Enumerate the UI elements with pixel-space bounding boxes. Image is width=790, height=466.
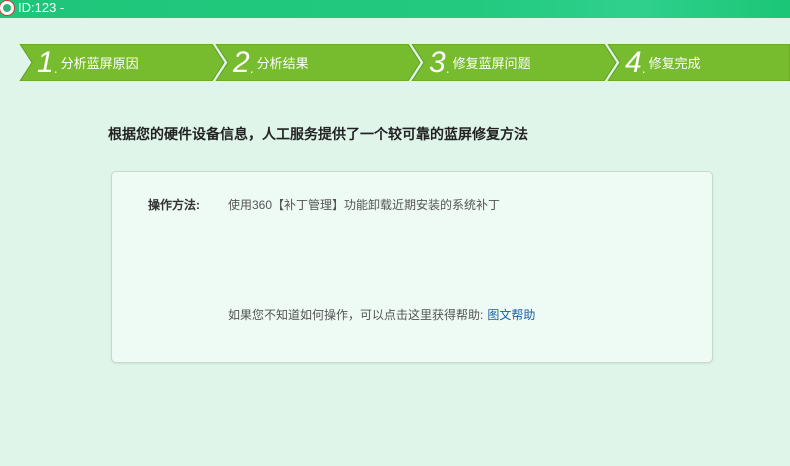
title-bar: ID:123 - [0,0,790,18]
step-1: 1. 分析蓝屏原因 [37,46,139,79]
step-number: 1 [37,46,54,79]
page-heading: 根据您的硬件设备信息，人工服务提供了一个较可靠的蓝屏修复方法 [108,126,528,142]
method-label: 操作方法: [148,198,200,212]
step-number: 3 [429,46,446,79]
method-text: 使用360【补丁管理】功能卸载近期安装的系统补丁 [228,198,501,212]
repair-method-card: 操作方法: 使用360【补丁管理】功能卸载近期安装的系统补丁 如果您不知道如何操… [111,171,713,363]
step-number: 2 [233,46,250,79]
window-title: ID:123 - [18,0,65,15]
step-label: 分析结果 [256,56,309,71]
progress-steps: 1. 分析蓝屏原因 2. 分析结果 3. 修复蓝屏问题 4. 修复完成 [0,44,790,81]
app-logo-icon [0,1,14,15]
step-2: 2. 分析结果 [233,46,309,79]
step-4: 4. 修复完成 [625,46,701,79]
step-label: 分析蓝屏原因 [60,56,139,71]
step-number: 4 [625,46,642,79]
help-text: 如果您不知道如何操作，可以点击这里获得帮助: [228,308,484,322]
help-line: 如果您不知道如何操作，可以点击这里获得帮助: 图文帮助 [228,306,535,323]
help-link[interactable]: 图文帮助 [487,308,535,322]
step-label: 修复完成 [648,56,701,71]
step-label: 修复蓝屏问题 [452,56,531,71]
step-3: 3. 修复蓝屏问题 [429,46,531,79]
